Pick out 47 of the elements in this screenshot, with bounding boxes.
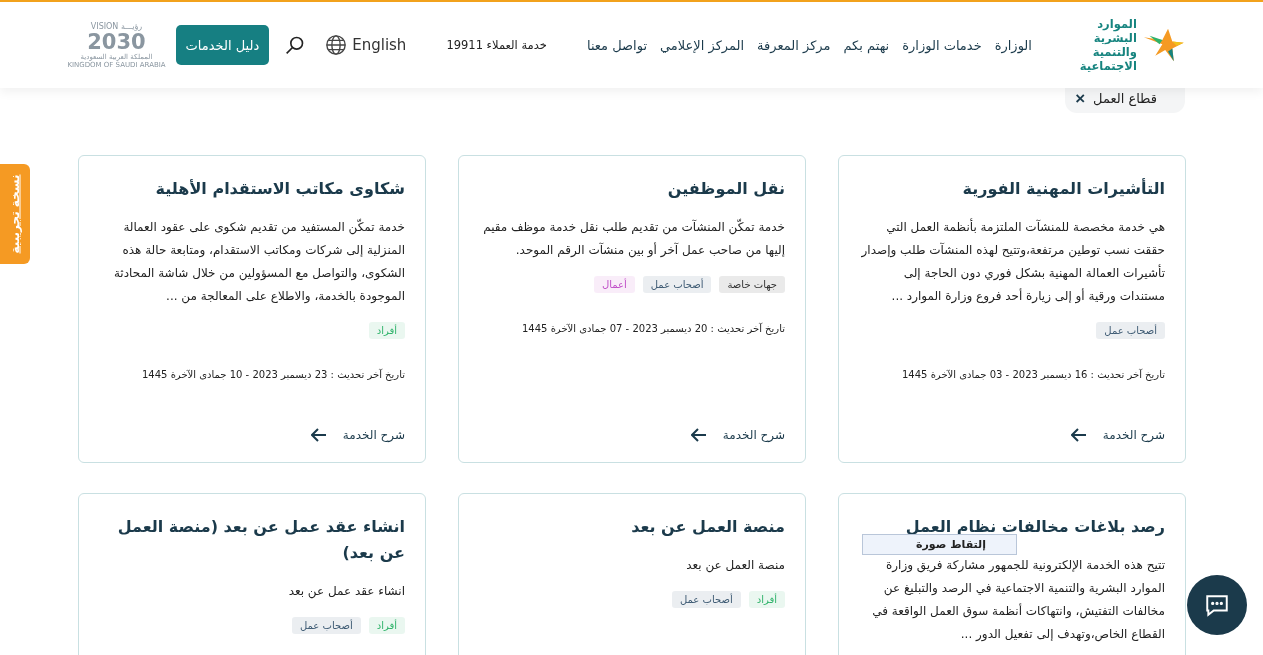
arrow-left-icon (310, 428, 327, 442)
card-title: نقل الموظفين (666, 178, 785, 200)
category-tag: أصحاب عمل (292, 617, 361, 634)
card-description: هي خدمة مخصصة للمنشآت الملتزمة بأنظمة العمل التي حققت نسب توطين مرتفعة،وتتيح لهذه المنشآت طلب وإصدار تأشيرات العمالة المهنية بشكل فوري دون الحاجة إلى مستندات ورقية أو إلى زيارة أحد فروع وزارة الموارد ... (860, 217, 1165, 306)
nav-link[interactable]: مركز المعرفة (757, 37, 831, 53)
card-title: التأشيرات المهنية الفورية (961, 177, 1165, 200)
category-tag: أصحاب عمل (642, 276, 712, 293)
logo-text: والتنمية الاجتماعية (1078, 45, 1137, 73)
arrow-left-icon (690, 428, 707, 442)
card-description: خدمة تمكّن المستفيد من تقديم شكوى على عقود العمالة المنزلية إلى شركات ومكاتب الاستقدام، ومتابعة حالة هذه الشكوى، والتواصل مع المسؤولين من خلال شاشة المحادثة الموجودة بالخدمة، والاطلاع على المعالجة من ... (112, 217, 405, 306)
category-tag: أفراد (748, 591, 785, 608)
remove-filter-button[interactable]: × (1075, 90, 1086, 107)
search-icon (285, 35, 306, 55)
nav-link[interactable]: المركز الإعلامي (660, 37, 745, 53)
chat-icon (1204, 592, 1230, 618)
card-title: انشاء عقد عمل عن بعد (منصة العمل عن بعد) (116, 516, 405, 564)
service-details-link[interactable]: شرح الخدمة (1070, 428, 1165, 442)
language-link[interactable]: English (325, 34, 407, 56)
card-title: منصة العمل عن بعد (630, 516, 785, 538)
nav-link[interactable]: الوزارة (994, 37, 1032, 53)
card-description: منصة العمل عن بعد (685, 557, 785, 575)
category-tag: أصحاب عمل (672, 591, 741, 608)
nav-link[interactable]: نهتم بكم (843, 37, 890, 53)
nav-link[interactable]: تواصل معنا (586, 37, 647, 53)
last-updated-date: تاريخ آخر تحديث : 23 ديسمبر 2023 - 10 جمادى الآخرة 1445 (141, 369, 405, 380)
card-description: تتيح هذه الخدمة الإلكترونية للجمهور مشاركة فريق وزارة الموارد البشرية والتنمية الاجتماعية في الرصد والتبليغ عن مخالفات التفتيش، وانتهاكات أنظمة سوق العمل الواقعة في القطاع الخاص،وتهدف إلى تفعيل الدور ... (871, 557, 1165, 644)
logo-text: الموارد البشرية (1092, 17, 1137, 45)
category-tag: أصحاب عمل (1096, 322, 1165, 339)
card-description: انشاء عقد عمل عن بعد (287, 583, 405, 601)
chat-button[interactable] (1187, 575, 1247, 635)
last-updated-date: تاريخ آخر تحديث : 20 ديسمبر 2023 - 07 جمادى الآخرة 1445 (521, 323, 785, 334)
card-description: خدمة تمكّن المنشآت من تقديم طلب نقل خدمة موظف مقيم إليها من صاحب عمل آخر أو بين منشآت الرقم الموحد. (482, 217, 785, 260)
tooltip: إلتقاط صورة (862, 534, 1017, 555)
category-tag: جهات خاصة (719, 276, 785, 293)
globe-icon (325, 34, 348, 56)
services-guide-button[interactable]: دليل الخدمات (175, 25, 270, 65)
nav-link[interactable]: خدمات الوزارة (902, 37, 982, 53)
arrow-left-icon (1070, 428, 1087, 442)
category-tag: أفراد (368, 617, 405, 634)
card-title: شكاوى مكاتب الاستقدام الأهلية (154, 178, 405, 200)
last-updated-date: تاريخ آخر تحديث : 16 ديسمبر 2023 - 03 جمادى الآخرة 1445 (901, 369, 1165, 380)
category-tag: أعمال (593, 276, 635, 293)
service-details-link[interactable]: شرح الخدمة (310, 428, 405, 442)
customer-service-number: خدمة العملاء 19911 (446, 38, 547, 52)
service-details-link[interactable]: شرح الخدمة (690, 428, 785, 442)
search-button[interactable] (285, 35, 306, 55)
category-tag: أفراد (368, 322, 405, 339)
